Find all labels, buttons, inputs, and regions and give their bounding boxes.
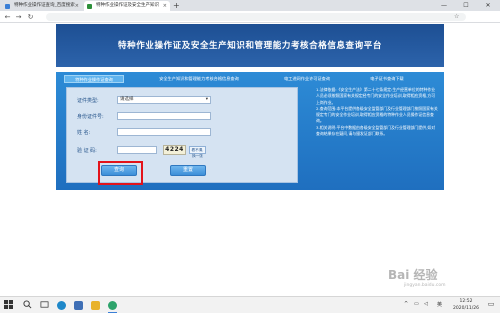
note-legal-basis: 1.法律依据:《安全生产法》第二十七条规定:生产经营单位的特种作业人员必须按照国…	[316, 87, 436, 105]
clock-date: 2020/11/26	[453, 306, 479, 311]
notification-center-icon[interactable]: ▭	[486, 300, 496, 311]
chevron-down-icon: ▾	[205, 97, 208, 102]
cert-type-value: 请选择	[120, 97, 134, 102]
query-tabs: 特种作业操作证查询 安全生产知识和管理能力考核合格信息查询 电工进网作业许可证查…	[56, 75, 444, 83]
windows-taskbar: ^ ▭ ◁ 英 12:52 2020/11/26 ▭	[0, 296, 500, 313]
network-icon[interactable]: ▭	[414, 301, 419, 307]
browser-tab-bar: 特种作业操作证查询_百度搜索 × 特种作业操作证及安全生产知识 × + — ☐ …	[0, 0, 500, 11]
volume-icon[interactable]: ◁	[424, 301, 428, 307]
name-label: 姓 名:	[77, 130, 91, 136]
baidu-favicon-icon	[5, 3, 10, 9]
browser-tab-search[interactable]: 特种作业操作证查询_百度搜索 ×	[2, 1, 82, 11]
tab-electrician-permit[interactable]: 电工进网作业许可证查询	[270, 75, 344, 83]
taskbar-clock[interactable]: 12:52 2020/11/26	[451, 298, 481, 312]
site-header: 特种作业操作证及安全生产知识和管理能力考核合格信息查询平台	[56, 24, 444, 67]
captcha-input[interactable]	[117, 146, 157, 154]
note-query-scope: 2.查询范围:本平台提供各级安全监管部门及行业管理部门按照国家有关规定专门的安全…	[316, 105, 438, 124]
forward-button[interactable]: →	[14, 12, 23, 22]
new-tab-button[interactable]: +	[173, 1, 180, 11]
cert-type-label: 证件类型:	[77, 98, 99, 104]
query-panel: 特种作业操作证查询 安全生产知识和管理能力考核合格信息查询 电工进网作业许可证查…	[56, 72, 444, 190]
search-icon[interactable]	[22, 300, 33, 311]
tab-safety-knowledge[interactable]: 安全生产知识和管理能力考核合格信息查询	[144, 75, 254, 83]
name-input[interactable]	[117, 128, 211, 136]
note-description: 3.相关说明:平台中数据由各级安全监管部门及行业管理部门提供,如对查询结果存在疑…	[316, 124, 436, 137]
tab-title: 特种作业操作证及安全生产知识	[96, 3, 159, 8]
captcha-label: 验 证 码:	[77, 148, 97, 154]
page-title: 特种作业操作证及安全生产知识和管理能力考核合格信息查询平台	[118, 41, 382, 51]
clock-time: 12:52	[459, 299, 473, 304]
tab-close-icon[interactable]: ×	[163, 1, 167, 11]
bookmark-star-icon[interactable]: ☆	[454, 13, 459, 20]
site-favicon-icon	[87, 3, 92, 9]
task-view-icon[interactable]	[39, 300, 50, 311]
baidu-jingyan-watermark: Bai 经验	[388, 268, 438, 282]
id-number-input[interactable]	[117, 112, 211, 120]
windows-start-icon[interactable]	[3, 300, 14, 311]
back-button[interactable]: ←	[3, 12, 12, 22]
address-bar: ← → ↻ ☆	[0, 11, 500, 23]
input-language-indicator[interactable]: 英	[437, 301, 442, 308]
file-explorer-icon[interactable]	[91, 301, 100, 310]
captcha-image[interactable]: 4224	[163, 145, 186, 155]
edge-browser-icon[interactable]	[57, 301, 66, 310]
id-number-label: 身份证件号:	[77, 114, 104, 120]
query-button-highlight	[98, 161, 143, 185]
watermark-url: jingyan.baidu.com	[404, 283, 446, 288]
tray-expand-icon[interactable]: ^	[404, 301, 408, 307]
tab-special-operation-cert[interactable]: 特种作业操作证查询	[64, 75, 124, 83]
maximize-button[interactable]: ☐	[458, 0, 474, 11]
reset-button[interactable]: 重置	[170, 165, 206, 176]
browser-tab-active[interactable]: 特种作业操作证及安全生产知识 ×	[84, 1, 170, 11]
close-window-button[interactable]: ✕	[480, 0, 496, 11]
store-icon[interactable]	[74, 301, 83, 310]
captcha-refresh-link[interactable]: 看不清,换一张	[189, 146, 206, 158]
tab-e-certificate-download[interactable]: 电子证书查询下载	[356, 75, 418, 83]
query-notes: 1.法律依据:《安全生产法》第二十七条规定:生产经营单位的特种作业人员必须按照国…	[316, 87, 438, 183]
chrome-browser-icon[interactable]	[108, 301, 117, 310]
reload-button[interactable]: ↻	[26, 12, 35, 22]
tab-close-icon[interactable]: ×	[75, 1, 79, 11]
query-form: 证件类型: 请选择 ▾ 身份证件号: 姓 名: 验 证 码: 4224 看不清,…	[66, 87, 298, 185]
cert-type-select[interactable]: 请选择 ▾	[117, 96, 211, 104]
minimize-button[interactable]: —	[436, 0, 452, 11]
url-input[interactable]	[46, 13, 466, 21]
tab-title: 特种作业操作证查询_百度搜索	[14, 3, 75, 8]
